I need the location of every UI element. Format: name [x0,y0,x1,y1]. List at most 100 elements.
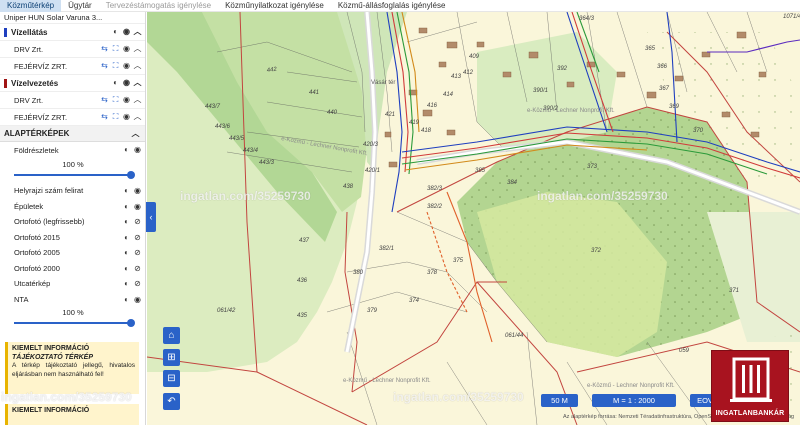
locate-icon[interactable]: ⇆ [100,95,109,104]
tab-kozmunyilatkozat[interactable]: Közműnyilatkozat igénylése [218,0,331,12]
layer-label: Földrészletek [14,146,59,155]
layer-nta[interactable]: NTA ◐ ◉ [0,292,145,308]
tab-kozmu-allasfoglalas[interactable]: Közmű-állásfoglalás igénylése [331,0,453,12]
slider-track[interactable] [14,174,131,176]
notice-heading: KIEMELT INFORMÁCIÓ [12,345,90,352]
eye-slash-icon[interactable]: ⊘ [133,217,142,226]
eye-icon[interactable]: ◉ [133,186,142,195]
opacity-icon[interactable]: ◐ [122,186,131,195]
chevron-up-icon[interactable]: ︿ [131,129,140,138]
layer-ortho-2000[interactable]: Ortofotó 2000 ◐ ⊘ [0,261,145,277]
map-label-409: 409 [469,54,480,60]
section-water-supply[interactable]: Vízellátás ◐ ◉ ︿ [0,24,145,41]
opacity-icon[interactable]: ◐ [122,217,131,226]
zoom-out-button[interactable]: ⊟ [163,370,180,387]
map-label-385: 385 [475,168,486,174]
layer-ortho-2005[interactable]: Ortofotó 2005 ◐ ⊘ [0,245,145,261]
eye-slash-icon[interactable]: ⊘ [133,264,142,273]
map-label-place: Vásár tér [371,80,395,86]
slider-track[interactable] [14,322,131,324]
map-label-435: 435 [297,313,308,319]
info-notice: KIEMELT INFORMÁCIÓ TÁJÉKOZTATÓ TÉRKÉP A … [5,342,139,394]
map-label-061-42: 061/42 [217,308,236,314]
map-operator-label-2: e-Közmű - Lechner Nonprofit Kft. [527,108,615,114]
expand-icon[interactable]: ⛶ [111,95,120,104]
eye-icon[interactable]: ◉ [122,61,131,70]
layer-hrsz[interactable]: Helyrajzi szám felirat ◐ ◉ [0,183,145,199]
provider-drv-sewage[interactable]: DRV Zrt. ⇆ ⛶ ◉ ︿ [0,92,145,109]
eye-icon[interactable]: ◉ [122,95,131,104]
chevron-up-icon[interactable]: ︿ [133,27,142,36]
eye-slash-icon[interactable]: ⊘ [133,233,142,242]
map-label-059: 059 [679,348,690,354]
opacity-icon[interactable]: ◐ [122,233,131,242]
map-label-375: 375 [453,258,464,264]
layer-label: Helyrajzi szám felirat [14,186,84,196]
map-label-416: 416 [427,103,438,109]
plus-icon: ⊞ [167,352,176,363]
layer-parcels[interactable]: Földrészletek ◐ ◉ [0,142,145,159]
layer-buildings[interactable]: Épületek ◐ ◉ [0,199,145,215]
chevron-up-icon[interactable]: ︿ [133,61,142,70]
watermark-text: ingatlan.com/35259730 [393,390,524,404]
layer-ortho-2015[interactable]: Ortofotó 2015 ◐ ⊘ [0,230,145,246]
parcels-opacity-slider[interactable]: 100 % [0,159,145,183]
tab-ugytar[interactable]: Ügytár [61,0,99,12]
tab-tervezestamogatas[interactable]: Tervezéstámogatás igénylése [99,0,218,12]
opacity-icon[interactable]: ◐ [111,27,120,36]
map-label-382-3: 382/3 [427,186,443,192]
layer-street-map[interactable]: Utcatérkép ◐ ⊘ [0,276,145,292]
slider-handle[interactable] [127,171,135,179]
chevron-up-icon[interactable]: ︿ [133,95,142,104]
eye-icon[interactable]: ◉ [122,27,131,36]
expand-icon[interactable]: ⛶ [111,112,120,121]
home-button[interactable]: ⌂ [163,327,180,344]
eye-slash-icon[interactable]: ⊘ [133,279,142,288]
tab-kozmuterkep[interactable]: Közműtérkép [0,0,62,12]
map-label-437: 437 [299,238,310,244]
opacity-icon[interactable]: ◐ [111,78,120,87]
map-label-365: 365 [645,46,656,52]
opacity-icon[interactable]: ◐ [122,279,131,288]
opacity-icon[interactable]: ◐ [122,145,131,154]
collapse-sidebar-button[interactable]: ‹ [146,202,156,232]
eye-icon[interactable]: ◉ [133,202,142,211]
water-supply-color-marker [4,27,7,37]
chevron-up-icon[interactable]: ︿ [133,44,142,53]
locate-icon[interactable]: ⇆ [100,61,109,70]
opacity-icon[interactable]: ◐ [122,202,131,211]
locate-icon[interactable]: ⇆ [100,112,109,121]
nta-opacity-slider[interactable]: 100 % [0,307,145,331]
map-canvas[interactable]: 442 443/7 443/6 443/5 443/4 443/3 441 44… [147,12,800,425]
expand-icon[interactable]: ⛶ [111,44,120,53]
slider-handle[interactable] [127,319,135,327]
building-icon [730,357,772,402]
scale-ratio[interactable]: M = 1 : 2000 [592,394,676,407]
provider-drv-water[interactable]: DRV Zrt. ⇆ ⛶ ◉ ︿ [0,41,145,58]
layer-ortho-latest[interactable]: Ortofotó (legfrissebb) ◐ ⊘ [0,214,145,230]
eye-icon[interactable]: ◉ [122,44,131,53]
chevron-up-icon[interactable]: ︿ [133,78,142,87]
eye-icon[interactable]: ◉ [133,295,142,304]
eye-slash-icon[interactable]: ⊘ [133,248,142,257]
provider-fejerviz-sewage[interactable]: FEJÉRVÍZ ZRT. ⇆ ⛶ ◉ ︿ [0,109,145,126]
opacity-value: 100 % [62,308,84,317]
opacity-icon[interactable]: ◐ [122,248,131,257]
back-button[interactable]: ↶ [163,393,180,410]
map-label-384: 384 [507,180,518,186]
zoom-in-button[interactable]: ⊞ [163,349,180,366]
provider-fejerviz-water[interactable]: FEJÉRVÍZ ZRT. ⇆ ⛶ ◉ ︿ [0,58,145,75]
expand-icon[interactable]: ⛶ [111,61,120,70]
section-sewage[interactable]: Vízelvezetés ◐ ◉ ︿ [0,75,145,92]
provider-label: DRV Zrt. [14,44,44,54]
eye-icon[interactable]: ◉ [122,112,131,121]
opacity-icon[interactable]: ◐ [122,295,131,304]
section-base-maps[interactable]: ALAPTÉRKÉPEK ︿ [0,126,145,142]
map-svg: 442 443/7 443/6 443/5 443/4 443/3 441 44… [147,12,800,425]
eye-icon[interactable]: ◉ [133,145,142,154]
chevron-up-icon[interactable]: ︿ [133,112,142,121]
eye-icon[interactable]: ◉ [122,78,131,87]
locate-icon[interactable]: ⇆ [100,44,109,53]
opacity-icon[interactable]: ◐ [122,264,131,273]
map-label-390-1: 390/1 [533,88,548,94]
